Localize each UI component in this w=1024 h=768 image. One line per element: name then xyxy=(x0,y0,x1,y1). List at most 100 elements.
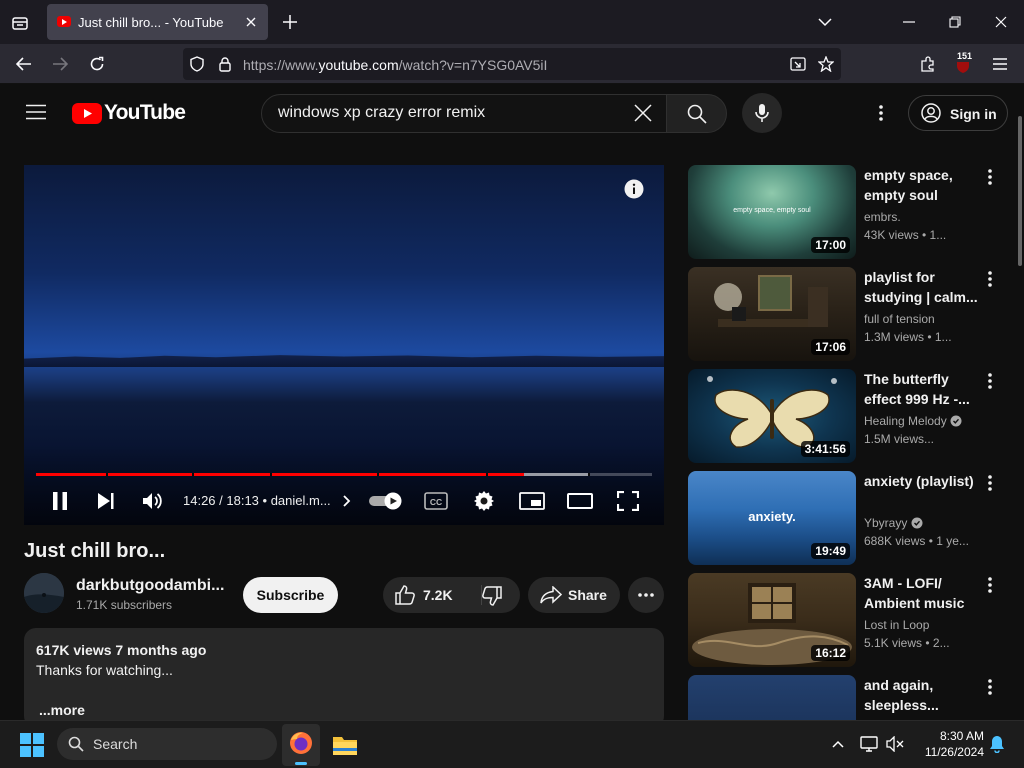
system-clock[interactable]: 8:30 AM 11/26/2024 xyxy=(914,728,984,760)
recommendation-channel[interactable]: Healing Melody xyxy=(864,414,962,428)
views-and-date: 617K views 7 months ago xyxy=(36,642,207,658)
progress-bar[interactable] xyxy=(36,473,652,476)
channel-avatar[interactable] xyxy=(24,573,64,613)
video-title: Just chill bro... xyxy=(24,540,166,562)
subscribe-button[interactable]: Subscribe xyxy=(243,577,338,613)
new-tab-plus-icon[interactable] xyxy=(280,12,300,32)
volume-muted-icon[interactable] xyxy=(884,734,906,754)
next-video-button[interactable] xyxy=(94,490,118,512)
show-more-link[interactable]: ...more xyxy=(39,702,85,718)
volume-icon xyxy=(143,493,162,509)
theater-mode-button[interactable] xyxy=(566,490,594,512)
recommendation-channel[interactable]: full of tension xyxy=(864,312,935,326)
video-player[interactable] xyxy=(24,165,664,525)
recommendation-title[interactable]: anxiety (playlist) xyxy=(864,471,982,491)
account-circle-icon xyxy=(921,103,941,123)
picture-in-picture-page-icon[interactable] xyxy=(788,55,808,73)
info-icon[interactable] xyxy=(623,178,645,200)
video-thumbnail[interactable]: 17:06 xyxy=(688,267,856,361)
mute-button[interactable] xyxy=(141,490,165,512)
more-actions-button[interactable] xyxy=(628,577,664,613)
lock-icon[interactable] xyxy=(216,55,234,73)
more-vert-icon[interactable] xyxy=(984,167,996,187)
video-thumbnail[interactable]: 16:12 xyxy=(688,573,856,667)
more-vert-icon[interactable] xyxy=(984,269,996,289)
chapter-separator xyxy=(270,473,272,476)
close-window-icon[interactable] xyxy=(990,12,1012,32)
guide-menu-icon[interactable] xyxy=(22,100,50,124)
url-text[interactable]: https://www.youtube.com/watch?v=n7YSG0AV… xyxy=(243,57,547,73)
subtitles-button[interactable]: CC xyxy=(423,490,449,512)
tab-list-icon[interactable] xyxy=(8,11,32,35)
recommendation-item[interactable]: and again, sleepless... xyxy=(688,675,1008,720)
voice-search-button[interactable] xyxy=(742,93,782,133)
recommendation-channel[interactable]: embrs. xyxy=(864,210,901,224)
recommendation-title[interactable]: The butterfly effect 999 Hz -... xyxy=(864,369,982,409)
list-all-tabs-chevron-down-icon[interactable] xyxy=(815,12,835,32)
network-icon[interactable] xyxy=(858,734,880,754)
bookmark-star-icon[interactable] xyxy=(816,54,836,74)
recommendation-channel[interactable]: Ybyrayy xyxy=(864,516,923,530)
active-tab[interactable]: Just chill bro... - YouTube xyxy=(47,4,268,40)
duration-badge: 3:41:56 xyxy=(800,441,850,457)
autoplay-toggle[interactable] xyxy=(366,490,404,512)
tracking-protection-shield-icon[interactable] xyxy=(188,55,206,73)
dislike-button[interactable] xyxy=(480,584,504,608)
firefox-taskbar-button[interactable] xyxy=(282,724,320,766)
reload-icon[interactable] xyxy=(85,54,109,74)
back-arrow-icon[interactable] xyxy=(12,54,36,74)
more-vert-icon[interactable] xyxy=(984,473,996,493)
settings-button[interactable] xyxy=(472,489,496,513)
video-thumbnail[interactable]: anxiety. 19:49 xyxy=(688,471,856,565)
search-input[interactable] xyxy=(278,104,618,122)
miniplayer-button[interactable] xyxy=(518,490,546,512)
recommendation-item[interactable]: empty space, empty soul 17:00 empty spac… xyxy=(688,165,1008,259)
recommendation-title[interactable]: empty space, empty soul xyxy=(864,165,982,205)
sign-in-button[interactable]: Sign in xyxy=(908,95,1008,131)
fullscreen-button[interactable] xyxy=(615,489,641,513)
recommendation-title[interactable]: 3AM - LOFI/ Ambient music t... xyxy=(864,573,982,613)
search-button[interactable] xyxy=(666,94,727,133)
channel-name[interactable]: darkbutgoodambi... xyxy=(76,577,224,595)
clock-date: 11/26/2024 xyxy=(924,745,984,759)
duration-badge: 19:49 xyxy=(811,543,850,559)
recommendation-title[interactable]: and again, sleepless... xyxy=(864,675,982,715)
extensions-puzzle-icon[interactable] xyxy=(918,54,938,74)
forward-arrow-icon[interactable] xyxy=(48,54,72,74)
settings-more-vert-icon[interactable] xyxy=(870,102,892,124)
page-scrollbar-thumb[interactable] xyxy=(1018,116,1022,266)
tab-title: Just chill bro... - YouTube xyxy=(78,15,224,30)
video-thumbnail[interactable]: 3:41:56 xyxy=(688,369,856,463)
chapter-chevron-right-icon[interactable] xyxy=(340,492,354,510)
video-thumbnail[interactable] xyxy=(688,675,856,720)
youtube-logo-icon[interactable] xyxy=(72,103,102,124)
clear-search-close-icon[interactable] xyxy=(632,102,654,124)
recommendation-item[interactable]: anxiety. 19:49 anxiety (playlist) Ybyray… xyxy=(688,471,1008,565)
restore-icon[interactable] xyxy=(944,12,966,32)
like-button[interactable] xyxy=(393,583,417,607)
taskbar-search[interactable]: Search xyxy=(57,728,277,760)
more-vert-icon[interactable] xyxy=(984,677,996,697)
chapter-separator xyxy=(377,473,379,476)
pause-button[interactable] xyxy=(48,490,72,512)
recommendation-title[interactable]: playlist for studying | calm... xyxy=(864,267,982,307)
like-count[interactable]: 7.2K xyxy=(423,587,453,603)
more-vert-icon[interactable] xyxy=(984,371,996,391)
notification-bell-icon[interactable] xyxy=(986,733,1008,755)
file-explorer-icon[interactable] xyxy=(330,729,360,761)
show-hidden-icons-chevron-up-icon[interactable] xyxy=(828,734,848,754)
recommendation-channel[interactable]: Lost in Loop xyxy=(864,618,929,632)
recommendation-item[interactable]: 17:06 playlist for studying | calm... fu… xyxy=(688,267,1008,361)
more-vert-icon[interactable] xyxy=(984,575,996,595)
recommendation-item[interactable]: 16:12 3AM - LOFI/ Ambient music t... Los… xyxy=(688,573,1008,667)
youtube-logo-text[interactable]: YouTube xyxy=(104,101,186,125)
video-thumbnail[interactable]: empty space, empty soul 17:00 xyxy=(688,165,856,259)
hamburger-menu-icon[interactable] xyxy=(990,55,1010,73)
windows-start-icon[interactable] xyxy=(18,732,46,758)
minimize-icon[interactable] xyxy=(898,12,920,32)
tab-close-icon[interactable] xyxy=(243,14,259,30)
recommendation-item[interactable]: 3:41:56 The butterfly effect 999 Hz -...… xyxy=(688,369,1008,463)
share-button[interactable]: Share xyxy=(528,577,620,613)
channel-name-text: Ybyrayy xyxy=(864,516,908,530)
chapter-title[interactable]: • daniel.m... xyxy=(263,493,331,508)
